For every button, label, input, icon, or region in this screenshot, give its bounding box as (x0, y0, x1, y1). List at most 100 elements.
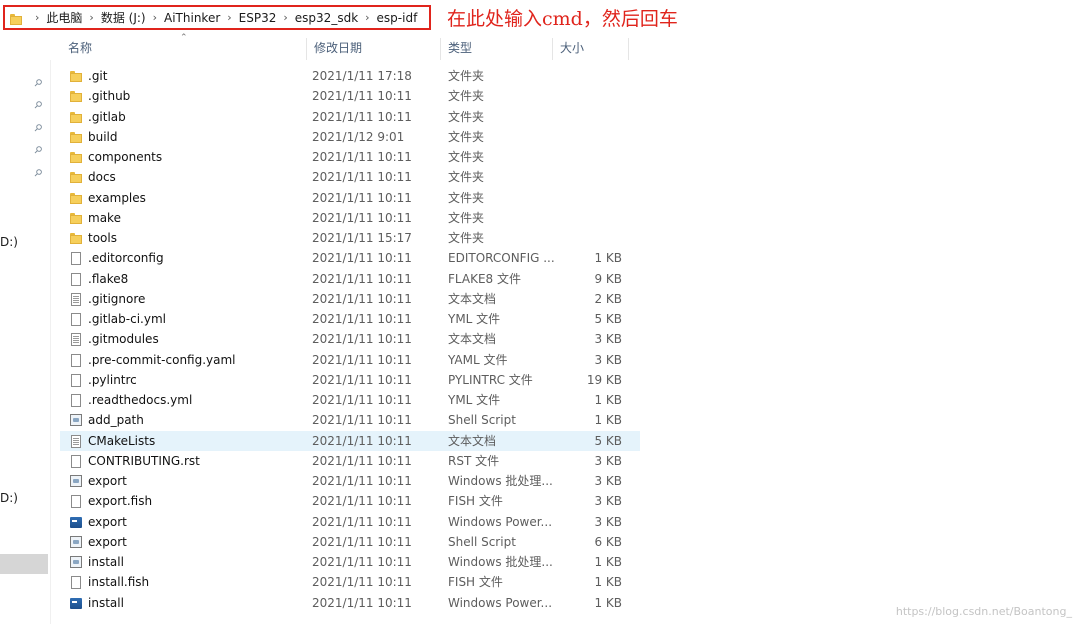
chevron-right-icon[interactable]: › (89, 11, 93, 24)
file-row[interactable]: export.fish 2021/1/11 10:11 FISH 文件 3 KB (60, 491, 640, 511)
file-date: 2021/1/11 10:11 (312, 494, 412, 509)
file-row[interactable]: .git 2021/1/11 17:18 文件夹 (60, 66, 640, 86)
file-row[interactable]: .editorconfig 2021/1/11 10:11 EDITORCONFIG… (60, 248, 640, 268)
file-size: 6 KB (594, 534, 622, 549)
pin-icon[interactable]: ⚲ (31, 144, 44, 157)
file-row[interactable]: .gitlab 2021/1/11 10:11 文件夹 (60, 107, 640, 127)
file-row[interactable]: .readthedocs.yml 2021/1/11 10:11 YML 文件 1 K… (60, 390, 640, 410)
column-divider[interactable] (628, 38, 629, 60)
breadcrumb-esp32[interactable]: ESP32 (239, 11, 277, 25)
pin-icon[interactable]: ⚲ (31, 99, 44, 112)
file-type: 文件夹 (448, 150, 485, 164)
file-date: 2021/1/11 10:11 (312, 89, 412, 104)
file-date: 2021/1/11 10:11 (312, 170, 412, 185)
file-size: 19 KB (586, 372, 622, 387)
chevron-right-icon[interactable]: › (227, 11, 231, 24)
file-date: 2021/1/11 10:11 (312, 575, 412, 590)
column-type[interactable]: 类型 (440, 36, 552, 60)
file-row[interactable]: add_path 2021/1/11 10:11 Shell Script 1 KB (60, 410, 640, 430)
file-row[interactable]: .pre-commit-config.yaml 2021/1/11 10:11 YA… (60, 350, 640, 370)
file-date: 2021/1/11 10:11 (312, 109, 412, 124)
folder-icon (70, 131, 82, 144)
pin-icon[interactable]: ⚲ (31, 167, 44, 180)
nav-item-drive-d[interactable]: D:) (0, 235, 18, 249)
breadcrumb-aithinker[interactable]: AiThinker (164, 11, 220, 25)
file-row[interactable]: make 2021/1/11 10:11 文件夹 (60, 208, 640, 228)
chevron-right-icon[interactable]: › (35, 11, 39, 24)
chevron-right-icon[interactable]: › (153, 11, 157, 24)
file-row[interactable]: .gitlab-ci.yml 2021/1/11 10:11 YML 文件 5 KB (60, 309, 640, 329)
pin-icon[interactable]: ⚲ (31, 77, 44, 90)
file-row[interactable]: components 2021/1/11 10:11 文件夹 (60, 147, 640, 167)
file-type: RST 文件 (448, 453, 500, 468)
file-row[interactable]: tools 2021/1/11 15:17 文件夹 (60, 228, 640, 248)
file-size: 1 KB (594, 251, 622, 266)
breadcrumb-esp-idf[interactable]: esp-idf (377, 11, 418, 25)
file-size: 1 KB (594, 393, 622, 407)
file-row[interactable]: .github 2021/1/11 10:11 文件夹 (60, 86, 640, 106)
file-row[interactable]: docs 2021/1/11 10:11 文件夹 (60, 167, 640, 187)
file-row[interactable]: build 2021/1/12 9:01 文件夹 (60, 127, 640, 147)
file-size: 1 KB (594, 595, 622, 610)
breadcrumb-drive-j[interactable]: 数据 (J:) (101, 9, 146, 26)
file-row[interactable]: export 2021/1/11 10:11 Shell Script 6 KB (60, 532, 640, 552)
file-type: EDITORCONFIG ... (448, 251, 555, 266)
file-name: .readthedocs.yml (88, 393, 193, 407)
nav-item-drive-d[interactable]: D:) (0, 491, 18, 505)
file-type: YML 文件 (448, 312, 501, 326)
file-date: 2021/1/11 15:17 (312, 231, 412, 245)
text-document-icon (70, 292, 82, 306)
file-name: build (88, 129, 118, 144)
file-row[interactable]: install.fish 2021/1/11 10:11 FISH 文件 1 KB (60, 572, 640, 592)
file-type: Windows 批处理... (448, 474, 553, 488)
pin-icon[interactable]: ⚲ (31, 122, 44, 135)
address-bar-area: › 此电脑 › 数据 (J:) › AiThinker › ESP32 › es… (0, 0, 1080, 34)
file-date: 2021/1/11 10:11 (312, 332, 412, 347)
address-bar[interactable]: › 此电脑 › 数据 (J:) › AiThinker › ESP32 › es… (3, 5, 431, 30)
file-date: 2021/1/11 10:11 (312, 271, 412, 286)
column-date[interactable]: 修改日期 (306, 36, 440, 60)
file-name: export (88, 534, 127, 549)
file-type: 文件夹 (448, 210, 485, 225)
file-row[interactable]: export 2021/1/11 10:11 Windows 批处理... 3 KB (60, 471, 640, 491)
file-row[interactable]: export 2021/1/11 10:11 Windows Power... 3 K… (60, 512, 640, 532)
powershell-icon (70, 516, 82, 529)
file-name: .gitmodules (88, 332, 159, 347)
breadcrumb-esp32-sdk[interactable]: esp32_sdk (295, 11, 358, 25)
file-list: .git 2021/1/11 17:18 文件夹 .github 2021/1/11 1… (60, 66, 640, 613)
file-icon (70, 252, 82, 266)
folder-icon (70, 90, 82, 103)
column-size[interactable]: 大小 (552, 36, 628, 60)
chevron-right-icon[interactable]: › (283, 11, 287, 24)
nav-item-selected[interactable] (0, 554, 48, 574)
breadcrumb-this-pc[interactable]: 此电脑 (46, 9, 82, 26)
file-row[interactable]: CMakeLists 2021/1/11 10:11 文本文档 5 KB (60, 430, 640, 451)
file-row[interactable]: .gitmodules 2021/1/11 10:11 文本文档 3 KB (60, 329, 640, 349)
file-size: 2 KB (594, 291, 622, 306)
file-date: 2021/1/11 10:11 (312, 150, 412, 164)
file-type: 文件夹 (448, 190, 485, 205)
column-name[interactable]: 名称 (60, 36, 306, 60)
file-size: 1 KB (594, 575, 622, 590)
script-icon (70, 475, 82, 488)
chevron-right-icon[interactable]: › (365, 11, 369, 24)
file-date: 2021/1/11 10:11 (312, 352, 412, 367)
file-row[interactable]: .pylintrc 2021/1/11 10:11 PYLINTRC 文件 19 KB (60, 370, 640, 390)
file-type: FISH 文件 (448, 575, 503, 590)
file-name: examples (88, 190, 146, 205)
file-row[interactable]: install 2021/1/11 10:11 Windows 批处理... 1 KB (60, 552, 640, 572)
file-row[interactable]: .flake8 2021/1/11 10:11 FLAKE8 文件 9 KB (60, 269, 640, 289)
file-type: Windows Power... (448, 514, 553, 529)
file-row[interactable]: install 2021/1/11 10:11 Windows Power... 1 … (60, 593, 640, 613)
file-row[interactable]: CONTRIBUTING.rst 2021/1/11 10:11 RST 文件 3 K… (60, 451, 640, 471)
file-date: 2021/1/11 10:11 (312, 372, 412, 387)
file-row[interactable]: examples 2021/1/11 10:11 文件夹 (60, 188, 640, 208)
file-name: CONTRIBUTING.rst (88, 453, 200, 468)
file-row[interactable]: .gitignore 2021/1/11 10:11 文本文档 2 KB (60, 289, 640, 309)
folder-icon (70, 70, 82, 83)
file-name: .gitlab-ci.yml (88, 312, 166, 326)
file-size: 1 KB (594, 413, 622, 428)
file-type: FISH 文件 (448, 494, 503, 509)
file-name: install (88, 595, 124, 610)
script-icon (70, 535, 82, 549)
